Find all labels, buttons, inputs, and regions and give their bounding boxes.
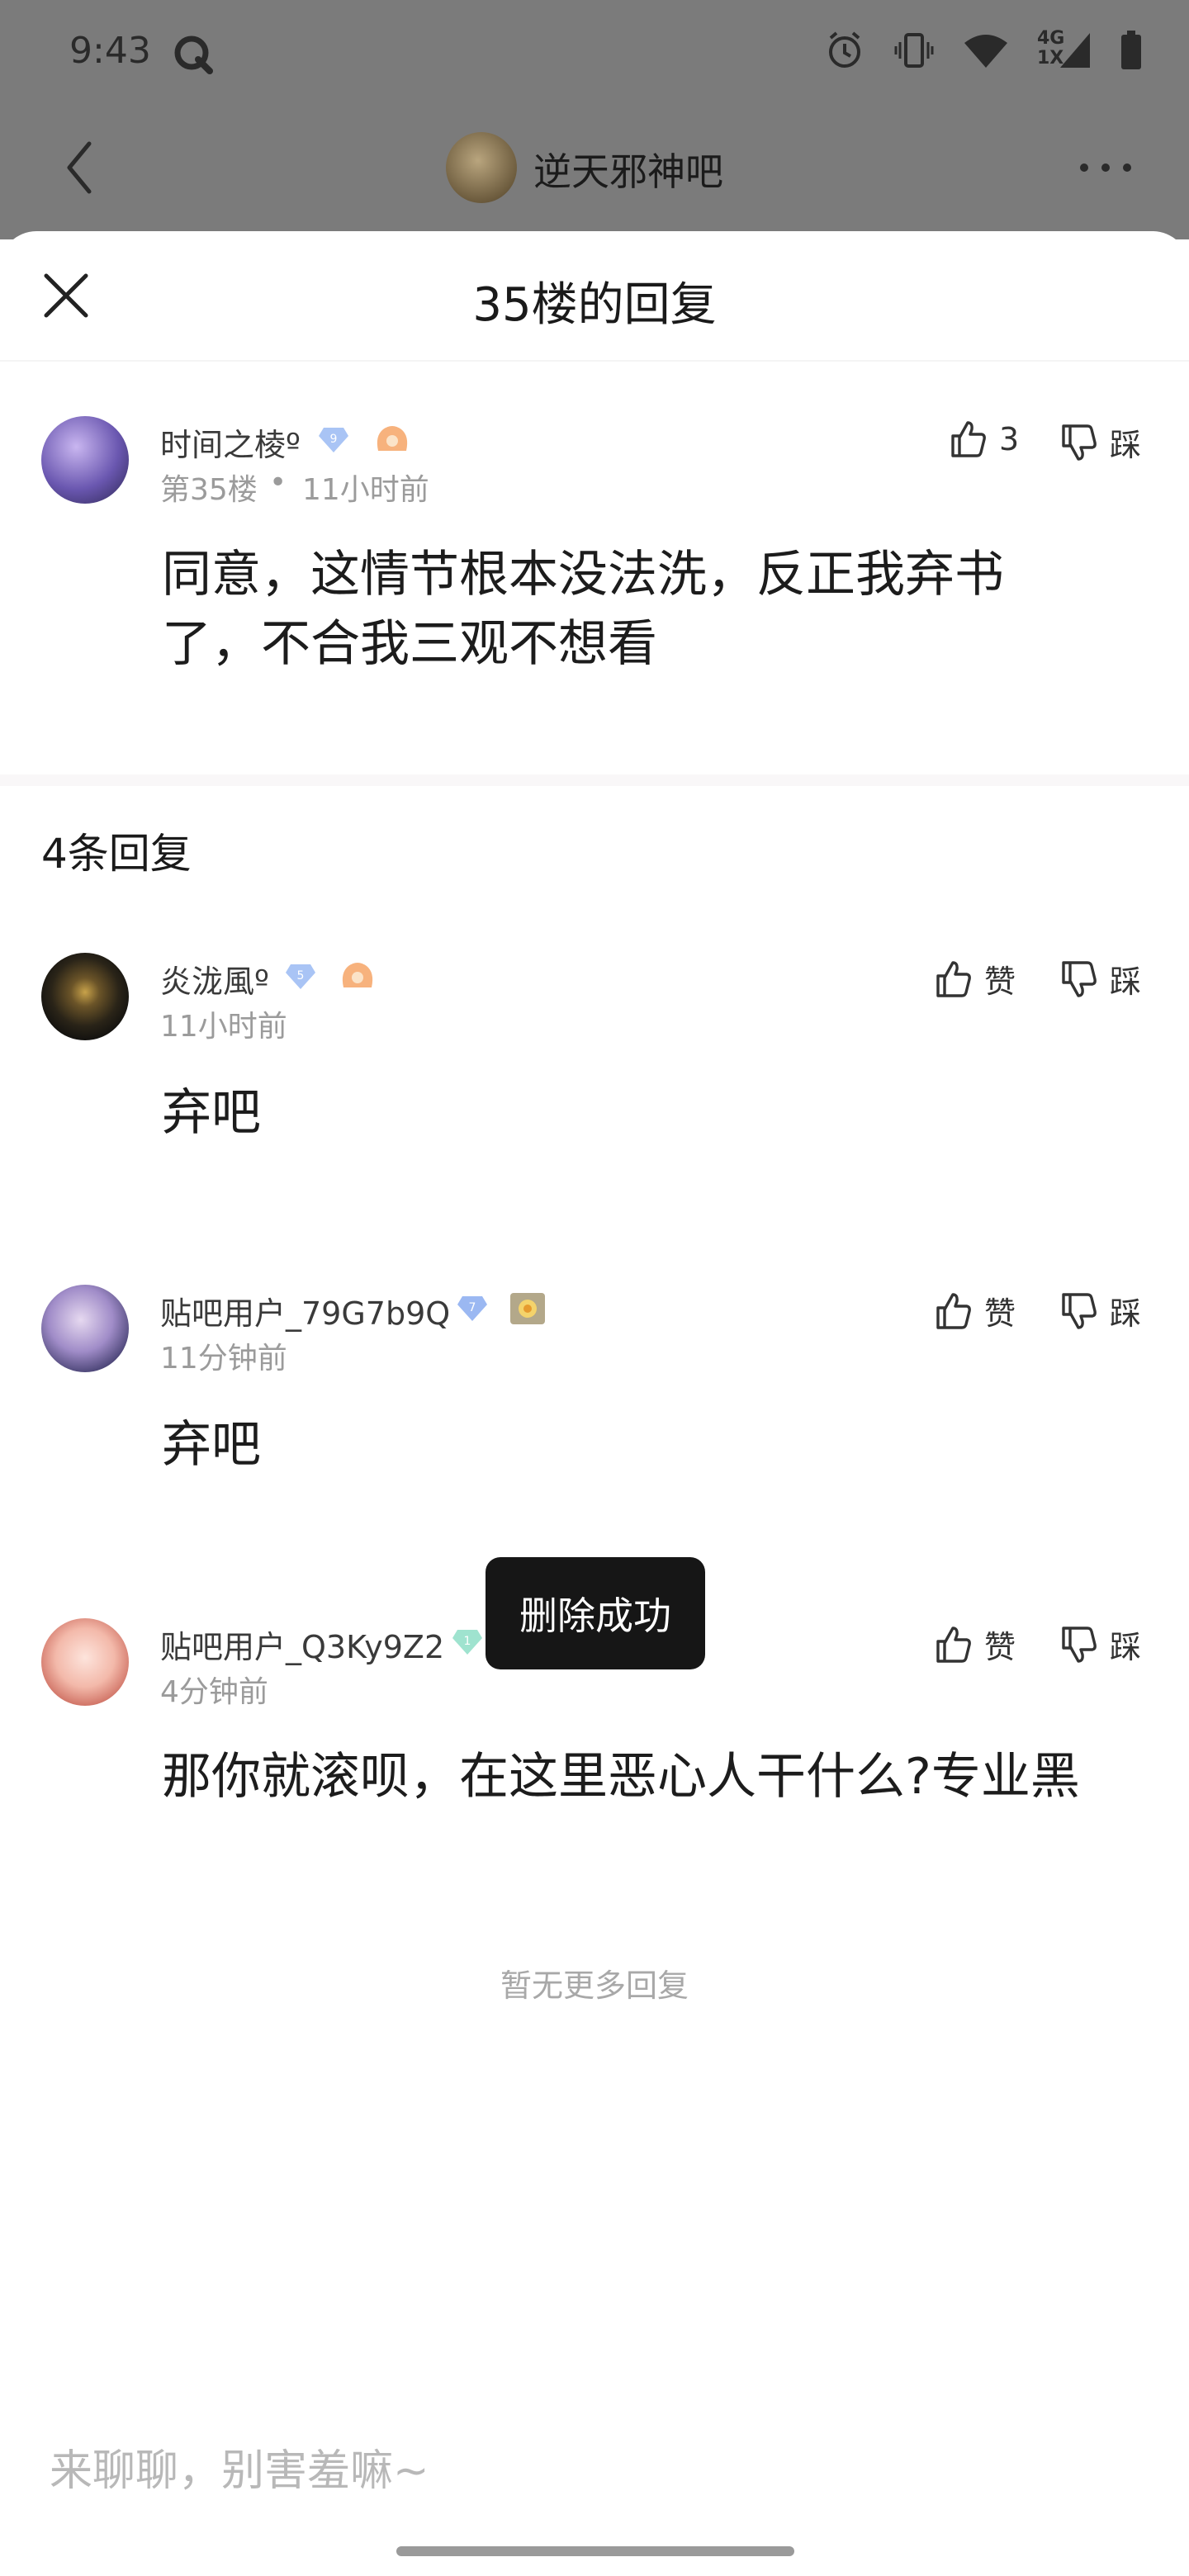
like-button[interactable]: 赞: [933, 956, 1016, 1002]
post-time: 11小时前: [302, 473, 429, 507]
reply-time: 11小时前: [160, 1010, 287, 1044]
status-icons: 4G 1X: [824, 28, 1143, 71]
replies-sheet: 35楼的回复 时间之棱º 9 第35楼 • 11小时前 3 踩 同意，这情节根本…: [0, 231, 1189, 2576]
vibrate-icon: [893, 30, 935, 71]
like-button[interactable]: 赞: [933, 1288, 1016, 1333]
emblem-icon: [373, 423, 411, 456]
username[interactable]: 炎泷風º: [160, 956, 269, 1002]
reply-input[interactable]: 来聊聊，别害羞嘛~: [50, 2436, 429, 2498]
thumbs-down-icon: [1059, 1291, 1098, 1331]
dislike-button[interactable]: 踩: [1059, 419, 1141, 465]
status-time: 9:43: [69, 30, 151, 72]
thumbs-up-icon: [933, 959, 973, 999]
battery-icon: [1120, 31, 1143, 70]
dislike-button[interactable]: 踩: [1059, 1288, 1141, 1333]
avatar[interactable]: [41, 1285, 129, 1372]
dimmed-background: 9:43 4G 1X 逆天邪神吧: [0, 0, 1189, 239]
post-content-line-2: 了，不合我三观不想看: [162, 615, 657, 673]
dislike-label: 踩: [1110, 427, 1142, 463]
thumbs-down-icon: [1059, 423, 1098, 462]
app-notification-icon: [172, 33, 215, 79]
level-number: 1: [464, 1635, 471, 1648]
dislike-button[interactable]: 踩: [1059, 956, 1141, 1002]
level-gem-icon: 9: [317, 426, 350, 454]
status-bar: 9:43 4G 1X: [0, 0, 1189, 107]
dislike-button[interactable]: 踩: [1059, 1622, 1141, 1667]
like-label: 赞: [984, 964, 1016, 1000]
level-number: 7: [469, 1301, 476, 1314]
more-options-icon[interactable]: [1080, 163, 1131, 172]
thumbs-down-icon: [1059, 959, 1098, 999]
meta-dot: •: [269, 466, 287, 500]
reply-content: 弃吧: [162, 1416, 261, 1474]
level-gem-icon: 5: [284, 963, 317, 991]
thumbs-down-icon: [1059, 1625, 1098, 1664]
wifi-icon: [963, 31, 1009, 69]
reply-content: 那你就滚呗，在这里恶心人干什么?专业黑: [162, 1748, 1080, 1806]
username[interactable]: 贴吧用户_Q3Ky9Z2: [160, 1622, 444, 1667]
username[interactable]: 贴吧用户_79G7b9Q: [160, 1288, 450, 1333]
avatar[interactable]: [41, 953, 129, 1040]
reply-count: 4条回复: [41, 830, 192, 878]
like-button[interactable]: 3: [948, 419, 1019, 459]
no-more-replies: 暂无更多回复: [500, 1968, 689, 2004]
cellular-signal-icon: 4G 1X: [1037, 28, 1092, 71]
reply-time: 4分钟前: [160, 1675, 268, 1709]
thumbs-up-icon: [933, 1625, 973, 1664]
emblem-icon: [509, 1291, 547, 1324]
like-button[interactable]: 赞: [933, 1622, 1016, 1667]
dislike-label: 踩: [1110, 964, 1142, 1000]
avatar[interactable]: [41, 416, 129, 504]
sheet-title: 35楼的回复: [472, 278, 717, 332]
level-number: 5: [297, 969, 305, 983]
username[interactable]: 时间之棱º: [160, 419, 301, 465]
forum-title[interactable]: 逆天邪神吧: [533, 142, 723, 197]
toast-message: 删除成功: [486, 1557, 705, 1669]
thumbs-up-icon: [933, 1291, 973, 1331]
divider: [0, 360, 1189, 362]
like-label: 赞: [984, 1295, 1016, 1332]
back-icon[interactable]: [63, 139, 96, 200]
thumbs-up-icon: [948, 419, 988, 459]
reply-content: 弃吧: [162, 1084, 261, 1142]
home-indicator[interactable]: [396, 2546, 794, 2556]
like-label: 赞: [984, 1629, 1016, 1665]
level-number: 9: [330, 433, 338, 446]
reply-time: 11分钟前: [160, 1342, 287, 1376]
dislike-label: 踩: [1110, 1295, 1142, 1332]
post-content-line-1: 同意，这情节根本没法洗，反正我弃书: [162, 546, 1004, 604]
floor-number: 第35楼: [160, 473, 258, 507]
like-count: 3: [999, 421, 1020, 457]
section-divider: [0, 774, 1189, 786]
alarm-icon: [824, 30, 865, 71]
dislike-label: 踩: [1110, 1629, 1142, 1665]
forum-avatar[interactable]: [446, 132, 517, 203]
level-gem-icon: 1: [451, 1628, 484, 1656]
emblem-icon: [339, 959, 377, 992]
avatar[interactable]: [41, 1618, 129, 1706]
level-gem-icon: 7: [456, 1295, 489, 1323]
